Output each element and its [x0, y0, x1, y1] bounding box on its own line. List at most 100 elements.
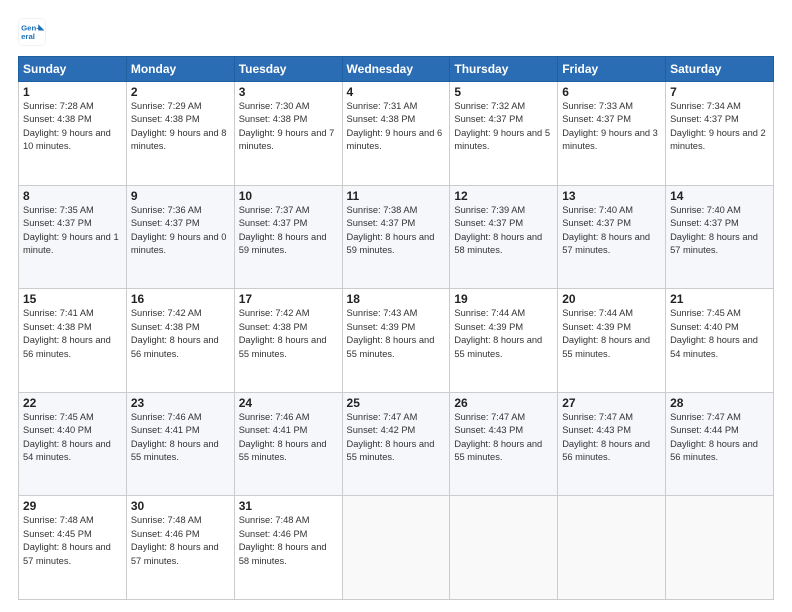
header: Gen- eral — [18, 18, 774, 46]
calendar-cell: 8Sunrise: 7:35 AMSunset: 4:37 PMDaylight… — [19, 185, 127, 289]
day-number: 5 — [454, 85, 553, 99]
day-number: 4 — [347, 85, 446, 99]
day-info: Sunrise: 7:28 AMSunset: 4:38 PMDaylight:… — [23, 100, 122, 154]
page: Gen- eral SundayMondayTuesdayWednesdayTh… — [0, 0, 792, 612]
calendar-cell: 19Sunrise: 7:44 AMSunset: 4:39 PMDayligh… — [450, 289, 558, 393]
calendar-cell: 9Sunrise: 7:36 AMSunset: 4:37 PMDaylight… — [126, 185, 234, 289]
calendar-week-4: 22Sunrise: 7:45 AMSunset: 4:40 PMDayligh… — [19, 392, 774, 496]
day-number: 15 — [23, 292, 122, 306]
calendar-cell — [666, 496, 774, 600]
day-info: Sunrise: 7:46 AMSunset: 4:41 PMDaylight:… — [239, 411, 338, 465]
day-info: Sunrise: 7:48 AMSunset: 4:45 PMDaylight:… — [23, 514, 122, 568]
day-info: Sunrise: 7:31 AMSunset: 4:38 PMDaylight:… — [347, 100, 446, 154]
calendar-cell: 28Sunrise: 7:47 AMSunset: 4:44 PMDayligh… — [666, 392, 774, 496]
calendar-cell: 22Sunrise: 7:45 AMSunset: 4:40 PMDayligh… — [19, 392, 127, 496]
day-number: 8 — [23, 189, 122, 203]
day-number: 23 — [131, 396, 230, 410]
day-number: 25 — [347, 396, 446, 410]
day-number: 7 — [670, 85, 769, 99]
day-number: 26 — [454, 396, 553, 410]
calendar-cell: 17Sunrise: 7:42 AMSunset: 4:38 PMDayligh… — [234, 289, 342, 393]
day-number: 9 — [131, 189, 230, 203]
day-number: 31 — [239, 499, 338, 513]
calendar-cell: 14Sunrise: 7:40 AMSunset: 4:37 PMDayligh… — [666, 185, 774, 289]
calendar-week-5: 29Sunrise: 7:48 AMSunset: 4:45 PMDayligh… — [19, 496, 774, 600]
day-number: 30 — [131, 499, 230, 513]
day-info: Sunrise: 7:40 AMSunset: 4:37 PMDaylight:… — [562, 204, 661, 258]
day-number: 16 — [131, 292, 230, 306]
calendar-cell: 4Sunrise: 7:31 AMSunset: 4:38 PMDaylight… — [342, 82, 450, 186]
day-info: Sunrise: 7:47 AMSunset: 4:43 PMDaylight:… — [562, 411, 661, 465]
day-number: 1 — [23, 85, 122, 99]
day-number: 12 — [454, 189, 553, 203]
day-info: Sunrise: 7:39 AMSunset: 4:37 PMDaylight:… — [454, 204, 553, 258]
weekday-header-row: SundayMondayTuesdayWednesdayThursdayFrid… — [19, 57, 774, 82]
calendar-cell: 27Sunrise: 7:47 AMSunset: 4:43 PMDayligh… — [558, 392, 666, 496]
day-number: 14 — [670, 189, 769, 203]
day-info: Sunrise: 7:42 AMSunset: 4:38 PMDaylight:… — [131, 307, 230, 361]
day-number: 18 — [347, 292, 446, 306]
calendar-cell: 5Sunrise: 7:32 AMSunset: 4:37 PMDaylight… — [450, 82, 558, 186]
day-info: Sunrise: 7:41 AMSunset: 4:38 PMDaylight:… — [23, 307, 122, 361]
day-info: Sunrise: 7:29 AMSunset: 4:38 PMDaylight:… — [131, 100, 230, 154]
day-number: 11 — [347, 189, 446, 203]
day-info: Sunrise: 7:34 AMSunset: 4:37 PMDaylight:… — [670, 100, 769, 154]
calendar-cell — [450, 496, 558, 600]
day-number: 27 — [562, 396, 661, 410]
day-info: Sunrise: 7:38 AMSunset: 4:37 PMDaylight:… — [347, 204, 446, 258]
day-number: 29 — [23, 499, 122, 513]
svg-text:Gen-: Gen- — [21, 23, 39, 32]
calendar-cell: 2Sunrise: 7:29 AMSunset: 4:38 PMDaylight… — [126, 82, 234, 186]
day-info: Sunrise: 7:44 AMSunset: 4:39 PMDaylight:… — [454, 307, 553, 361]
day-number: 3 — [239, 85, 338, 99]
weekday-header-monday: Monday — [126, 57, 234, 82]
day-info: Sunrise: 7:48 AMSunset: 4:46 PMDaylight:… — [131, 514, 230, 568]
weekday-header-saturday: Saturday — [666, 57, 774, 82]
logo: Gen- eral — [18, 18, 50, 46]
day-info: Sunrise: 7:45 AMSunset: 4:40 PMDaylight:… — [23, 411, 122, 465]
calendar-cell: 16Sunrise: 7:42 AMSunset: 4:38 PMDayligh… — [126, 289, 234, 393]
calendar-cell: 31Sunrise: 7:48 AMSunset: 4:46 PMDayligh… — [234, 496, 342, 600]
logo-icon: Gen- eral — [18, 18, 46, 46]
calendar-cell: 10Sunrise: 7:37 AMSunset: 4:37 PMDayligh… — [234, 185, 342, 289]
calendar-week-1: 1Sunrise: 7:28 AMSunset: 4:38 PMDaylight… — [19, 82, 774, 186]
calendar-cell: 23Sunrise: 7:46 AMSunset: 4:41 PMDayligh… — [126, 392, 234, 496]
day-number: 2 — [131, 85, 230, 99]
calendar-cell: 12Sunrise: 7:39 AMSunset: 4:37 PMDayligh… — [450, 185, 558, 289]
calendar-cell: 15Sunrise: 7:41 AMSunset: 4:38 PMDayligh… — [19, 289, 127, 393]
calendar-cell: 1Sunrise: 7:28 AMSunset: 4:38 PMDaylight… — [19, 82, 127, 186]
day-info: Sunrise: 7:47 AMSunset: 4:42 PMDaylight:… — [347, 411, 446, 465]
day-number: 22 — [23, 396, 122, 410]
calendar-cell: 11Sunrise: 7:38 AMSunset: 4:37 PMDayligh… — [342, 185, 450, 289]
weekday-header-tuesday: Tuesday — [234, 57, 342, 82]
day-info: Sunrise: 7:32 AMSunset: 4:37 PMDaylight:… — [454, 100, 553, 154]
calendar-cell: 24Sunrise: 7:46 AMSunset: 4:41 PMDayligh… — [234, 392, 342, 496]
calendar-cell: 13Sunrise: 7:40 AMSunset: 4:37 PMDayligh… — [558, 185, 666, 289]
day-info: Sunrise: 7:44 AMSunset: 4:39 PMDaylight:… — [562, 307, 661, 361]
day-number: 19 — [454, 292, 553, 306]
day-info: Sunrise: 7:36 AMSunset: 4:37 PMDaylight:… — [131, 204, 230, 258]
calendar-cell: 25Sunrise: 7:47 AMSunset: 4:42 PMDayligh… — [342, 392, 450, 496]
day-info: Sunrise: 7:48 AMSunset: 4:46 PMDaylight:… — [239, 514, 338, 568]
day-number: 20 — [562, 292, 661, 306]
calendar-cell: 20Sunrise: 7:44 AMSunset: 4:39 PMDayligh… — [558, 289, 666, 393]
day-number: 10 — [239, 189, 338, 203]
day-info: Sunrise: 7:43 AMSunset: 4:39 PMDaylight:… — [347, 307, 446, 361]
svg-text:eral: eral — [21, 32, 35, 41]
day-info: Sunrise: 7:42 AMSunset: 4:38 PMDaylight:… — [239, 307, 338, 361]
day-info: Sunrise: 7:35 AMSunset: 4:37 PMDaylight:… — [23, 204, 122, 258]
calendar-cell: 18Sunrise: 7:43 AMSunset: 4:39 PMDayligh… — [342, 289, 450, 393]
calendar-cell — [558, 496, 666, 600]
weekday-header-wednesday: Wednesday — [342, 57, 450, 82]
day-info: Sunrise: 7:37 AMSunset: 4:37 PMDaylight:… — [239, 204, 338, 258]
calendar-week-3: 15Sunrise: 7:41 AMSunset: 4:38 PMDayligh… — [19, 289, 774, 393]
weekday-header-friday: Friday — [558, 57, 666, 82]
day-number: 24 — [239, 396, 338, 410]
calendar-cell: 30Sunrise: 7:48 AMSunset: 4:46 PMDayligh… — [126, 496, 234, 600]
day-number: 6 — [562, 85, 661, 99]
calendar-cell: 6Sunrise: 7:33 AMSunset: 4:37 PMDaylight… — [558, 82, 666, 186]
day-number: 28 — [670, 396, 769, 410]
weekday-header-thursday: Thursday — [450, 57, 558, 82]
day-info: Sunrise: 7:46 AMSunset: 4:41 PMDaylight:… — [131, 411, 230, 465]
calendar-week-2: 8Sunrise: 7:35 AMSunset: 4:37 PMDaylight… — [19, 185, 774, 289]
